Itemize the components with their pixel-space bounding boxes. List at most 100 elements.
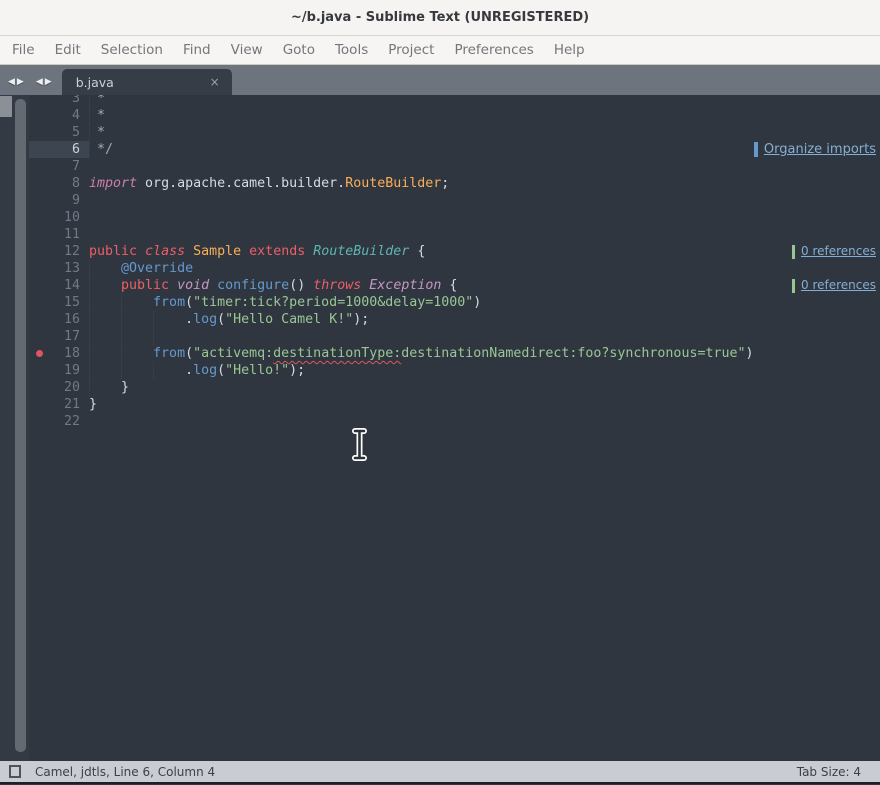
token-txt: ): [745, 346, 753, 361]
token-com: *: [89, 108, 105, 123]
code-line-19[interactable]: 19 .log("Hello!");: [29, 362, 880, 379]
menu-bar: FileEditSelectionFindViewGotoToolsProjec…: [0, 36, 880, 65]
code-line-5[interactable]: 5 *: [29, 124, 880, 141]
token-com: *: [89, 125, 105, 140]
code-text: }: [89, 396, 880, 413]
code-text: public class Sample extends RouteBuilder…: [89, 243, 880, 260]
code-line-20[interactable]: 20 }: [29, 379, 880, 396]
token-txt: [137, 244, 145, 259]
indent-guide: [89, 379, 90, 396]
code-line-21[interactable]: 21}: [29, 396, 880, 413]
code-line-14[interactable]: 14 public void configure() throws Except…: [29, 277, 880, 294]
code-line-11[interactable]: 11: [29, 226, 880, 243]
sidebar-toggle-icon[interactable]: [9, 765, 21, 778]
token-txt: (: [185, 295, 193, 310]
indent-guide: [89, 260, 90, 277]
token-txt: .: [89, 312, 193, 327]
line-number-current: 6: [29, 141, 89, 158]
token-imp: import: [89, 176, 137, 191]
line-number: 15: [29, 294, 89, 311]
code-text: [89, 209, 880, 226]
code-region[interactable]: 3 *4 *5 *6 */78import org.apache.camel.b…: [29, 95, 880, 761]
token-fn: configure: [217, 278, 289, 293]
token-txt: {: [409, 244, 425, 259]
editor-area[interactable]: 3 *4 *5 *6 */78import org.apache.camel.b…: [0, 95, 880, 761]
token-kwi: class: [145, 244, 185, 259]
token-str: "Hello Camel K!": [225, 312, 353, 327]
line-number: 5: [29, 124, 89, 141]
menu-item-selection[interactable]: Selection: [91, 37, 173, 63]
annotation-bar: [792, 245, 796, 259]
tab-scroll-left-icon[interactable]: ◀▶: [8, 77, 26, 87]
annotation-link[interactable]: Organize imports: [764, 141, 876, 158]
token-fn: log: [193, 363, 217, 378]
indent-guide: [89, 107, 90, 124]
line-number: 3: [29, 95, 89, 107]
code-line-4[interactable]: 4 *: [29, 107, 880, 124]
line-number: 18: [29, 345, 89, 362]
annotation-bar: [792, 279, 796, 293]
token-txt: );: [353, 312, 369, 327]
token-fn: @Override: [121, 261, 193, 276]
code-text: public void configure() throws Exception…: [89, 277, 880, 294]
token-fn: from: [153, 346, 185, 361]
code-line-15[interactable]: 15 from("timer:tick?period=1000&delay=10…: [29, 294, 880, 311]
code-line-18[interactable]: 18 from("activemq:destinationType:destin…: [29, 345, 880, 362]
code-text: @Override: [89, 260, 880, 277]
code-line-12[interactable]: 12public class Sample extends RouteBuild…: [29, 243, 880, 260]
vertical-scrollbar[interactable]: [15, 99, 26, 752]
window-bottom-edge: [0, 782, 880, 784]
annotation-link[interactable]: 0 references: [801, 243, 876, 260]
code-text: from("activemq:destinationType:destinati…: [89, 345, 880, 362]
token-txt: [241, 244, 249, 259]
tab-size-indicator[interactable]: Tab Size: 4: [797, 765, 861, 779]
menu-item-goto[interactable]: Goto: [273, 37, 325, 63]
code-text: [89, 328, 880, 345]
code-line-10[interactable]: 10: [29, 209, 880, 226]
annotation-link[interactable]: 0 references: [801, 277, 876, 294]
menu-item-project[interactable]: Project: [378, 37, 444, 63]
token-inh: RouteBuilder: [313, 244, 409, 259]
code-text: *: [89, 124, 880, 141]
code-text: from("timer:tick?period=1000&delay=1000"…: [89, 294, 880, 311]
token-cls: RouteBuilder: [345, 176, 441, 191]
code-line-22[interactable]: 22: [29, 413, 880, 430]
code-text: }: [89, 379, 880, 396]
code-line-3[interactable]: 3 *: [29, 95, 880, 107]
code-line-6[interactable]: 6 */: [29, 141, 880, 158]
tab-close-icon[interactable]: ×: [210, 75, 220, 89]
token-str: destinationNamedirect:foo?synchronous=tr…: [401, 346, 745, 361]
token-typ: Exception: [369, 278, 441, 293]
token-txt: }: [89, 380, 129, 395]
code-line-8[interactable]: 8import org.apache.camel.builder.RouteBu…: [29, 175, 880, 192]
token-kw: extends: [249, 244, 305, 259]
code-line-17[interactable]: 17: [29, 328, 880, 345]
menu-item-file[interactable]: File: [2, 37, 45, 63]
token-fn: from: [153, 295, 185, 310]
indent-guide: [121, 311, 122, 328]
menu-item-find[interactable]: Find: [173, 37, 221, 63]
diagnostic-squiggle: destinationType:: [273, 346, 401, 361]
line-number: 20: [29, 379, 89, 396]
line-number: 11: [29, 226, 89, 243]
menu-item-view[interactable]: View: [221, 37, 273, 63]
token-str: "Hello!": [225, 363, 289, 378]
code-line-16[interactable]: 16 .log("Hello Camel K!");: [29, 311, 880, 328]
line-number: 21: [29, 396, 89, 413]
overlay-scrollbar-thumb[interactable]: [0, 96, 12, 117]
menu-item-preferences[interactable]: Preferences: [444, 37, 543, 63]
window-title: ~/b.java - Sublime Text (UNREGISTERED): [291, 10, 589, 25]
menu-item-help[interactable]: Help: [544, 37, 595, 63]
menu-item-tools[interactable]: Tools: [325, 37, 378, 63]
tab-scroll-right-icon[interactable]: ◀▶: [36, 77, 54, 87]
token-kw: public: [121, 278, 169, 293]
code-line-7[interactable]: 7: [29, 158, 880, 175]
code-line-13[interactable]: 13 @Override: [29, 260, 880, 277]
code-line-9[interactable]: 9: [29, 192, 880, 209]
indent-guide: [89, 277, 90, 294]
title-bar: ~/b.java - Sublime Text (UNREGISTERED): [0, 0, 880, 36]
tab-b-java[interactable]: b.java ×: [62, 69, 232, 95]
indent-guide: [89, 95, 90, 107]
menu-item-edit[interactable]: Edit: [45, 37, 91, 63]
token-txt: .: [89, 363, 193, 378]
